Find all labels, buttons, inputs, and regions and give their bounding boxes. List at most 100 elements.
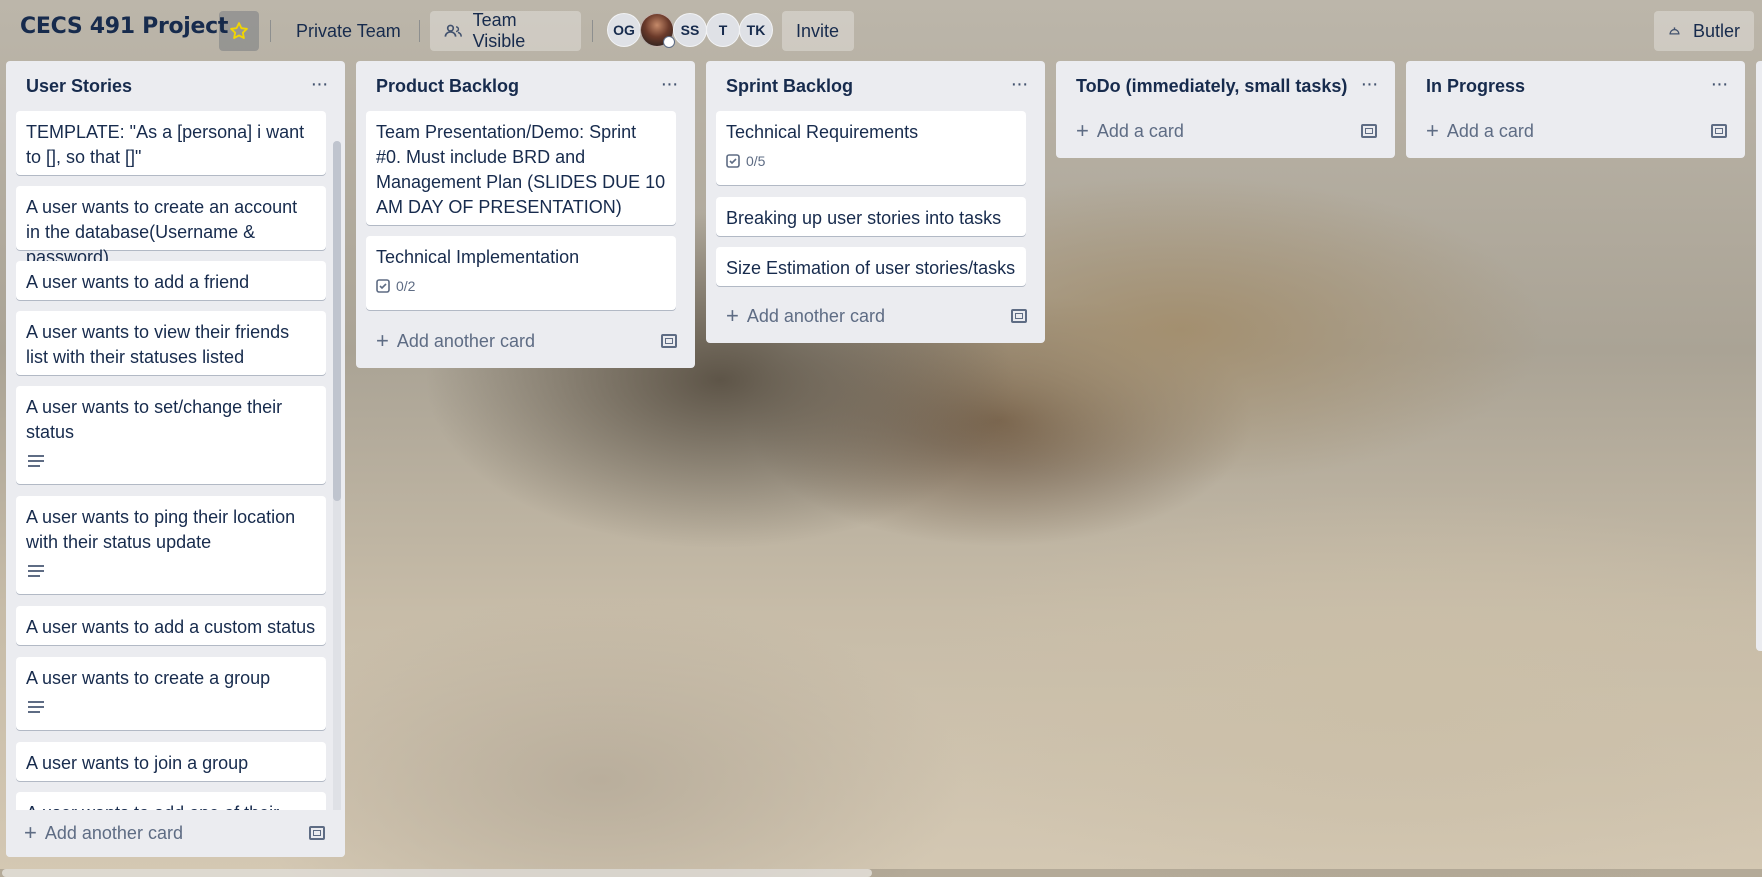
description-icon <box>28 701 44 713</box>
list-header: User Stories ··· <box>6 61 345 113</box>
list-header: Product Backlog ··· <box>356 61 695 113</box>
list-title[interactable]: User Stories <box>26 76 132 97</box>
card-title: A user wants to add a custom status <box>26 617 316 637</box>
team-button[interactable]: Private Team <box>282 11 415 51</box>
card-badges: 0/5 <box>726 147 1016 175</box>
member-avatar-photo[interactable] <box>640 13 675 48</box>
list-title[interactable]: ToDo (immediately, small tasks) <box>1076 76 1347 97</box>
member-avatar[interactable]: OG <box>607 13 641 47</box>
add-card-label: Add another card <box>746 305 885 326</box>
add-card-label: Add another card <box>396 330 535 351</box>
add-card-label: Add a card <box>1446 120 1534 141</box>
card-template-icon[interactable] <box>1711 124 1727 138</box>
member-avatar[interactable]: SS <box>673 13 707 47</box>
list-sprint-backlog: Sprint Backlog ··· Technical Requirement… <box>706 61 1045 343</box>
description-icon <box>28 455 44 467</box>
plus-icon: + <box>376 328 389 353</box>
card[interactable]: A user wants to create an account in the… <box>16 186 326 267</box>
card-title: A user wants to set/change their status <box>26 397 283 442</box>
card-template-icon[interactable] <box>1361 124 1377 138</box>
list-header: Sprint Backlog ··· <box>706 61 1045 113</box>
list-title[interactable]: In Progress <box>1426 76 1525 97</box>
butler-label: Butler <box>1692 20 1740 41</box>
scrollbar-thumb[interactable] <box>333 141 341 501</box>
card-title: Size Estimation of user stories/tasks <box>726 258 1016 278</box>
card[interactable]: A user wants to ping their location with… <box>16 496 326 594</box>
card-template-icon[interactable] <box>1011 309 1027 323</box>
board-horizontal-scrollbar[interactable] <box>0 869 1762 877</box>
card-badges: 0/2 <box>376 272 666 300</box>
list-menu-button[interactable]: ··· <box>305 73 333 101</box>
card[interactable]: Technical Requirements 0/5 <box>716 111 1026 185</box>
card[interactable]: A user wants to create a group <box>16 657 326 730</box>
header-divider <box>270 20 271 42</box>
board-header: CECS 491 Project Private Team Team Visib… <box>0 0 1762 62</box>
add-card-label: Add another card <box>44 822 183 843</box>
list-footer: + Add another card <box>6 810 345 857</box>
card[interactable]: A user wants to add a custom status <box>16 606 326 645</box>
card[interactable]: A user wants to set/change their status <box>16 386 326 484</box>
member-avatar[interactable]: T <box>706 13 740 47</box>
card-template-icon[interactable] <box>309 826 325 840</box>
plus-icon: + <box>1426 118 1439 143</box>
list-todo: ToDo (immediately, small tasks) ··· + Ad… <box>1056 61 1395 158</box>
plus-icon: + <box>1076 118 1089 143</box>
card-title: Team Presentation/Demo: Sprint #0. Must … <box>376 122 666 217</box>
star-icon <box>230 22 248 39</box>
team-label: Private Team <box>296 20 401 41</box>
header-divider <box>592 20 593 42</box>
visibility-button[interactable]: Team Visible <box>430 10 581 51</box>
add-card-label: Add a card <box>1096 120 1184 141</box>
card-template-icon[interactable] <box>661 334 677 348</box>
list-title[interactable]: Product Backlog <box>376 76 519 97</box>
card-title: Breaking up user stories into tasks <box>726 208 1002 228</box>
list-menu-button[interactable]: ··· <box>1355 73 1383 101</box>
list-menu-button[interactable]: ··· <box>1005 73 1033 101</box>
board-title[interactable]: CECS 491 Project <box>20 14 228 39</box>
list-title[interactable]: Sprint Backlog <box>726 76 853 97</box>
list-user-stories: User Stories ··· TEMPLATE: "As a [person… <box>6 61 345 857</box>
list-scrollbar[interactable] <box>333 141 341 821</box>
card[interactable]: TEMPLATE: "As a [persona] i want to [], … <box>16 111 326 175</box>
card[interactable]: A user wants to join a group <box>16 742 326 781</box>
list-header: In Progress ··· <box>1406 61 1745 113</box>
description-icon <box>28 565 44 577</box>
checklist-icon <box>376 279 390 293</box>
card[interactable]: A user wants to view their friends list … <box>16 311 326 375</box>
invite-label: Invite <box>796 20 840 41</box>
member-avatar[interactable]: TK <box>739 13 773 47</box>
list-menu-button[interactable]: ··· <box>1705 73 1733 101</box>
card[interactable]: A user wants to add a friend <box>16 261 326 300</box>
checklist-icon <box>726 154 740 168</box>
add-card-button[interactable]: + Add a card <box>1416 113 1734 149</box>
list-product-backlog: Product Backlog ··· Team Presentation/De… <box>356 61 695 368</box>
card-title: A user wants to create a group <box>26 668 271 688</box>
add-card-button[interactable]: + Add another card <box>716 298 1034 334</box>
checklist-count: 0/2 <box>396 277 416 294</box>
card-title: A user wants to add a friend <box>26 272 250 292</box>
add-card-button[interactable]: + Add another card <box>14 815 332 851</box>
card-badges <box>26 693 316 721</box>
card[interactable]: Team Presentation/Demo: Sprint #0. Must … <box>366 111 676 225</box>
card-badges <box>26 447 316 475</box>
butler-button[interactable]: Butler <box>1654 11 1754 51</box>
card[interactable]: Technical Implementation 0/2 <box>366 236 676 310</box>
add-card-button[interactable]: + Add another card <box>366 323 684 359</box>
list-header: ToDo (immediately, small tasks) ··· <box>1056 61 1395 113</box>
admin-badge-icon <box>663 36 675 48</box>
scrollbar-thumb[interactable] <box>2 869 872 877</box>
card-title: Technical Implementation <box>376 247 580 267</box>
card-title: A user wants to view their friends list … <box>26 322 290 367</box>
invite-button[interactable]: Invite <box>782 11 854 51</box>
list-menu-button[interactable]: ··· <box>655 73 683 101</box>
card-title: TEMPLATE: "As a [persona] i want to [], … <box>26 122 305 167</box>
star-button[interactable] <box>219 11 259 51</box>
card[interactable]: Breaking up user stories into tasks <box>716 197 1026 236</box>
butler-icon <box>1669 27 1680 35</box>
card-title: A user wants to create an account in the… <box>26 197 298 267</box>
header-divider <box>419 20 420 42</box>
checklist-count: 0/5 <box>746 152 766 169</box>
add-card-button[interactable]: + Add a card <box>1066 113 1384 149</box>
plus-icon: + <box>24 820 37 845</box>
card[interactable]: Size Estimation of user stories/tasks <box>716 247 1026 286</box>
